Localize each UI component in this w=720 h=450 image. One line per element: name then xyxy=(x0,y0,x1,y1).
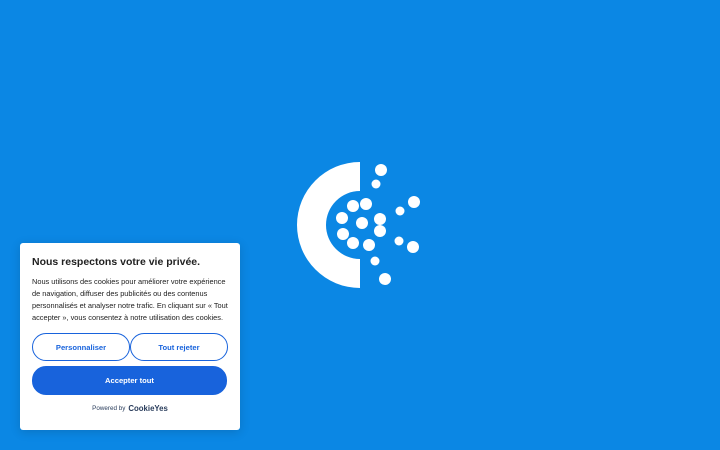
page-background: Nous respectons votre vie privée. Nous u… xyxy=(0,0,720,450)
reject-all-button[interactable]: Tout rejeter xyxy=(130,333,228,361)
cookie-consent-banner: Nous respectons votre vie privée. Nous u… xyxy=(20,243,240,430)
cookie-secondary-buttons: Personnaliser Tout rejeter xyxy=(32,333,228,361)
cookieyes-loader-icon xyxy=(297,162,420,288)
cookie-banner-title: Nous respectons votre vie privée. xyxy=(32,256,201,268)
accept-all-button[interactable]: Accepter tout xyxy=(32,366,227,395)
cookie-banner-description: Nous utilisons des cookies pour améliore… xyxy=(32,277,228,322)
powered-by: Powered by CookieYes xyxy=(32,404,228,413)
powered-by-label: Powered by xyxy=(92,405,126,412)
customize-button[interactable]: Personnaliser xyxy=(32,333,130,361)
cookieyes-brand-logo[interactable]: CookieYes xyxy=(128,404,167,413)
